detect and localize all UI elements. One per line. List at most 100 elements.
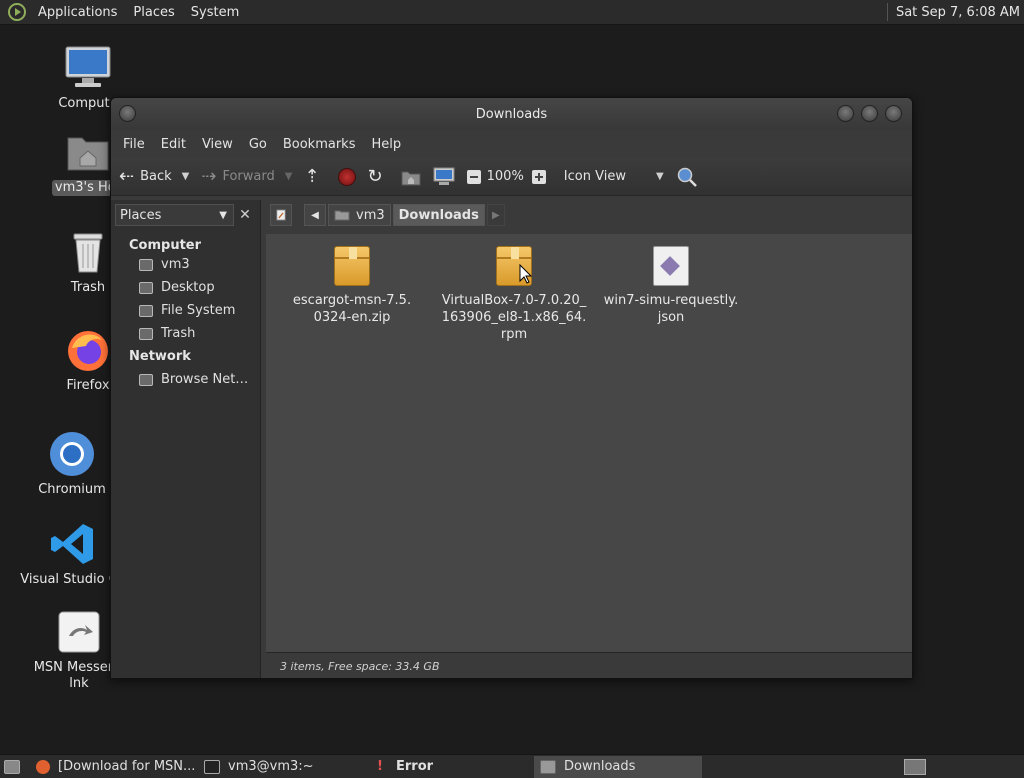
computer-button[interactable] xyxy=(433,167,455,187)
drive-icon xyxy=(139,304,153,317)
search-button[interactable] xyxy=(676,166,698,188)
taskbar-item-downloads[interactable]: Downloads xyxy=(534,755,702,778)
clock[interactable]: Sat Sep 7, 6:08 AM xyxy=(896,5,1024,20)
menu-go[interactable]: Go xyxy=(241,137,275,152)
taskbar-item-firefox[interactable]: [Download for MSN... xyxy=(30,756,194,778)
crumb-vm3[interactable]: vm3 xyxy=(328,204,391,226)
vscode-icon xyxy=(49,520,97,568)
trash-icon xyxy=(64,228,112,276)
edit-location-button[interactable] xyxy=(270,204,292,226)
side-section-computer: Computer xyxy=(129,238,202,253)
reload-icon: ↻ xyxy=(367,165,383,187)
window-menu-button[interactable] xyxy=(119,105,136,122)
location-bar: ◀ vm3 Downloads ▶ xyxy=(264,200,912,230)
side-section-network: Network xyxy=(129,349,191,364)
crumb-scroll-left-button[interactable]: ◀ xyxy=(304,204,326,226)
sidebar-item-label: Desktop xyxy=(161,280,215,295)
back-label: Back xyxy=(140,169,172,184)
window-titlebar[interactable]: Downloads xyxy=(111,98,912,130)
close-button[interactable] xyxy=(885,105,902,122)
window-title: Downloads xyxy=(475,106,548,122)
sidebar-item-trash[interactable]: Trash xyxy=(111,322,260,345)
desktop-icon-label: Compute xyxy=(58,96,118,111)
file-name: win7-simu-requestly. json xyxy=(603,293,739,325)
menu-places[interactable]: Places xyxy=(125,0,182,25)
zoom-control: 100% xyxy=(466,169,552,184)
status-bar: 3 items, Free space: 33.4 GB xyxy=(266,652,912,678)
package-icon xyxy=(334,246,370,286)
desktop-icon-label: Firefox xyxy=(66,378,110,393)
computer-icon xyxy=(433,167,455,185)
side-pane: Places ▼ ✕ Computer vm3 Desktop File Sys… xyxy=(111,200,261,678)
menu-file[interactable]: File xyxy=(115,137,153,152)
back-arrow-icon: ⇠ xyxy=(119,165,135,187)
menu-edit[interactable]: Edit xyxy=(153,137,194,152)
file-item[interactable]: win7-simu-requestly. json xyxy=(596,246,746,326)
desktop-icon-label: Chromium xyxy=(38,482,106,497)
firefox-icon xyxy=(36,759,50,774)
applications-menu[interactable]: Applications xyxy=(0,0,125,25)
side-pane-close-icon[interactable]: ✕ xyxy=(234,207,256,223)
menu-system[interactable]: System xyxy=(183,0,247,25)
home-button[interactable] xyxy=(401,168,421,186)
file-item[interactable]: VirtualBox-7.0-7.0.20_ 163906_el8-1.x86_… xyxy=(438,246,590,343)
show-desktop-icon xyxy=(4,759,20,774)
sidebar-item-vm3[interactable]: vm3 xyxy=(111,253,260,276)
side-pane-selector[interactable]: Places ▼ xyxy=(115,204,234,226)
forward-button[interactable]: ⇢ Forward ▼ xyxy=(201,165,293,187)
sidebar-item-browse-network[interactable]: Browse Net… xyxy=(111,368,260,391)
desktop-icon-chromium[interactable]: Chromium xyxy=(22,430,122,498)
file-item[interactable]: escargot-msn-7.5. 0324-en.zip xyxy=(278,246,426,326)
chevron-down-icon[interactable]: ▼ xyxy=(182,171,190,182)
terminal-icon xyxy=(204,759,220,774)
top-panel: Applications Places System Sat Sep 7, 6:… xyxy=(0,0,1024,25)
sidebar-item-desktop[interactable]: Desktop xyxy=(111,276,260,299)
chevron-down-icon[interactable]: ▼ xyxy=(285,171,293,182)
chevron-down-icon: ▼ xyxy=(219,209,227,221)
desktop-folder-icon xyxy=(139,281,153,294)
minimize-button[interactable] xyxy=(837,105,854,122)
menu-bookmarks[interactable]: Bookmarks xyxy=(275,137,364,152)
taskbar-item-label: Error xyxy=(396,759,434,774)
taskbar-item-terminal[interactable]: vm3@vm3:~ xyxy=(198,756,362,778)
file-name: escargot-msn-7.5. 0324-en.zip xyxy=(292,293,412,325)
crumb-scroll-right-button[interactable]: ▶ xyxy=(486,204,505,226)
firefox-icon xyxy=(64,326,112,374)
view-mode-label: Icon View xyxy=(563,169,626,184)
menu-view[interactable]: View xyxy=(194,137,241,152)
home-icon xyxy=(401,171,421,185)
zoom-level: 100% xyxy=(486,169,524,184)
crumb-label: vm3 xyxy=(356,207,385,223)
msn-shortcut-icon xyxy=(55,608,103,656)
computer-icon xyxy=(64,44,112,92)
home-folder-icon xyxy=(334,210,350,221)
chevron-down-icon: ▼ xyxy=(655,171,664,182)
bottom-panel: [Download for MSN... vm3@vm3:~ ! Error D… xyxy=(0,754,1024,778)
zoom-out-icon[interactable] xyxy=(466,169,481,184)
show-desktop-button[interactable] xyxy=(0,756,26,778)
document-icon xyxy=(653,246,689,286)
mouse-cursor-icon xyxy=(519,264,533,284)
forward-arrow-icon: ⇢ xyxy=(201,165,217,187)
maximize-button[interactable] xyxy=(861,105,878,122)
crumb-label: Downloads xyxy=(398,207,479,223)
view-mode-select[interactable]: Icon View ▼ xyxy=(564,169,664,184)
zoom-in-icon[interactable] xyxy=(531,169,546,184)
back-button[interactable]: ⇠ Back ▼ xyxy=(119,165,190,187)
menu-help[interactable]: Help xyxy=(363,137,409,152)
stop-button[interactable] xyxy=(337,167,356,186)
trash-icon xyxy=(139,327,153,340)
crumb-downloads[interactable]: Downloads xyxy=(392,204,485,226)
up-arrow-icon: ⇡ xyxy=(304,165,320,187)
distro-logo-icon xyxy=(8,3,26,21)
menu-applications[interactable]: Applications xyxy=(30,0,125,25)
reload-button[interactable]: ↻ xyxy=(367,165,389,187)
side-pane-selector-label: Places xyxy=(120,207,162,223)
taskbar-item-error[interactable]: ! Error xyxy=(366,756,530,778)
pencil-icon xyxy=(276,209,286,221)
workspace-switcher[interactable] xyxy=(904,758,926,775)
up-button[interactable]: ⇡ xyxy=(304,165,325,187)
file-view[interactable]: escargot-msn-7.5. 0324-en.zip VirtualBox… xyxy=(266,234,912,652)
sidebar-item-label: Trash xyxy=(161,326,196,341)
sidebar-item-file-system[interactable]: File System xyxy=(111,299,260,322)
